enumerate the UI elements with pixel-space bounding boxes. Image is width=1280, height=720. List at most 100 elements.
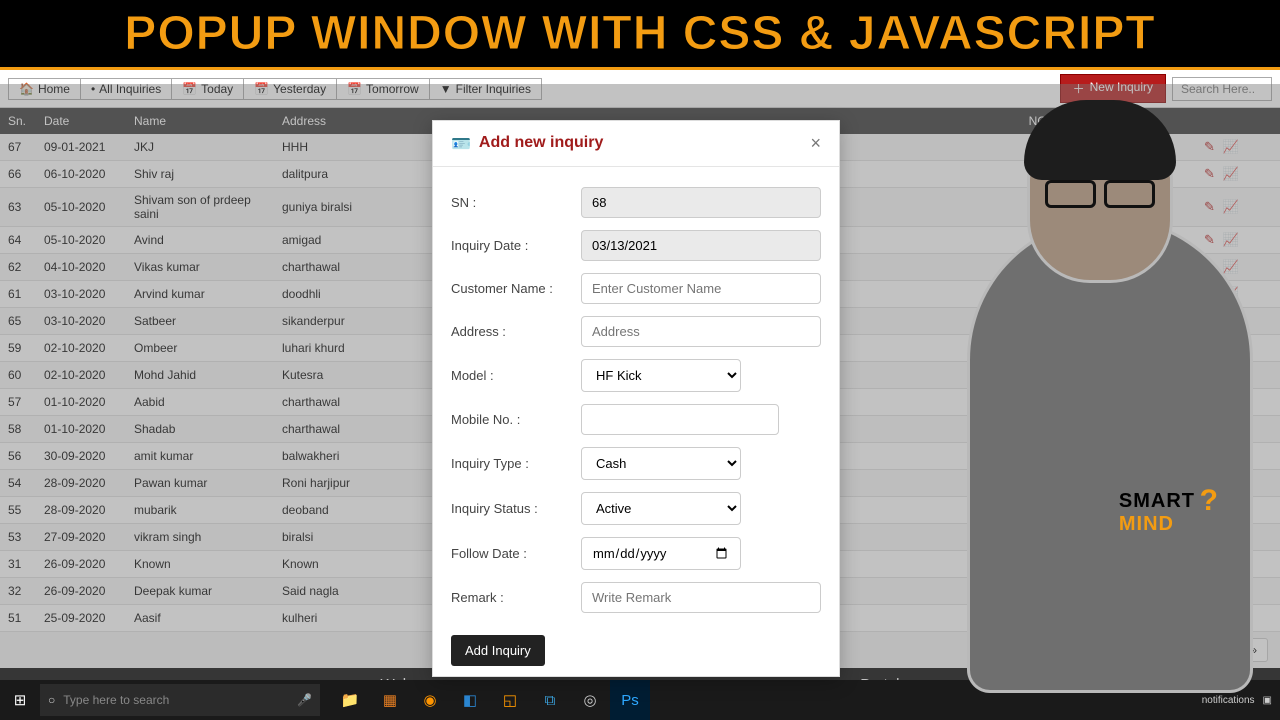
chart-icon[interactable]: 📈 (1223, 529, 1239, 544)
mobile-field[interactable] (581, 404, 779, 435)
firefox-icon[interactable]: ◉ (410, 680, 450, 720)
cell-last-call: 06-10-2020 (1072, 227, 1192, 254)
cell-sn: 54 (0, 470, 36, 497)
edit-icon[interactable]: ✎ (1204, 286, 1215, 301)
cell-noc: 0 (1012, 416, 1072, 443)
file-explorer-icon[interactable]: 📁 (330, 680, 370, 720)
edit-icon[interactable]: ✎ (1204, 556, 1215, 571)
chart-icon[interactable]: 📈 (1223, 502, 1239, 517)
edit-icon[interactable]: ✎ (1204, 232, 1215, 247)
inquiry-type-select[interactable]: Cash (581, 447, 741, 480)
chart-icon[interactable]: 📈 (1223, 394, 1239, 409)
edit-icon[interactable]: ✎ (1204, 448, 1215, 463)
chart-icon[interactable]: 📈 (1223, 556, 1239, 571)
list-icon: • (91, 82, 95, 96)
cell-name: Known (126, 551, 274, 578)
edit-icon[interactable]: ✎ (1204, 166, 1215, 181)
cell-actions: ✎📈 (1192, 227, 1280, 254)
notifications-label[interactable]: notifications (1202, 695, 1255, 706)
taskbar-search[interactable]: ○ Type here to search 🎤 (40, 684, 320, 716)
add-inquiry-modal: 🪪 Add new inquiry × SN : Inquiry Date : … (432, 120, 840, 677)
title-banner: POPUP WINDOW WITH CSS & JAVASCRIPT (0, 0, 1280, 70)
chart-icon[interactable]: 📈 (1223, 421, 1239, 436)
cell-noc (1012, 578, 1072, 605)
chart-icon[interactable]: 📈 (1223, 367, 1239, 382)
customer-name-field[interactable] (581, 273, 821, 304)
inquiry-status-select[interactable]: Active (581, 492, 741, 525)
chart-icon[interactable]: 📈 (1223, 259, 1239, 274)
chart-icon[interactable]: 📈 (1223, 475, 1239, 490)
cell-last-call (1072, 470, 1192, 497)
filter-button[interactable]: ▼Filter Inquiries (429, 78, 542, 100)
sn-field (581, 187, 821, 218)
photoshop-icon[interactable]: Ps (610, 680, 650, 720)
add-inquiry-submit-button[interactable]: Add Inquiry (451, 635, 545, 666)
chart-icon[interactable]: 📈 (1223, 232, 1239, 247)
app-icon-2[interactable]: ◧ (450, 680, 490, 720)
chart-icon[interactable]: 📈 (1223, 448, 1239, 463)
next-page-button[interactable]: xt » (1227, 638, 1268, 662)
cell-date: 02-10-2020 (36, 335, 126, 362)
remark-field[interactable] (581, 582, 821, 613)
cell-noc (1012, 524, 1072, 551)
edit-icon[interactable]: ✎ (1204, 313, 1215, 328)
new-inquiry-button[interactable]: ＋New Inquiry (1060, 74, 1166, 103)
edit-icon[interactable]: ✎ (1204, 199, 1215, 214)
chart-icon[interactable]: 📈 (1223, 583, 1239, 598)
edit-icon[interactable]: ✎ (1204, 475, 1215, 490)
address-field[interactable] (581, 316, 821, 347)
col-actions (1192, 108, 1280, 134)
vscode-icon[interactable]: ⧉ (530, 680, 570, 720)
tomorrow-button[interactable]: 📅Tomorrow (336, 78, 430, 100)
close-icon[interactable]: × (810, 133, 821, 154)
edit-icon[interactable]: ✎ (1204, 340, 1215, 355)
cell-name: Arvind kumar (126, 281, 274, 308)
home-button[interactable]: 🏠Home (8, 78, 81, 100)
edit-icon[interactable]: ✎ (1204, 367, 1215, 382)
chart-icon[interactable]: 📈 (1223, 610, 1239, 625)
cell-date: 30-09-2020 (36, 443, 126, 470)
edit-icon[interactable]: ✎ (1204, 583, 1215, 598)
cell-noc: 1 (1012, 188, 1072, 227)
cell-last-call: 0000-00-00 (1072, 335, 1192, 362)
chart-icon[interactable]: 📈 (1223, 313, 1239, 328)
chart-icon[interactable]: 📈 (1223, 199, 1239, 214)
mic-icon[interactable]: 🎤 (297, 693, 312, 707)
edit-icon[interactable]: ✎ (1204, 421, 1215, 436)
edit-icon[interactable]: ✎ (1204, 610, 1215, 625)
today-button[interactable]: 📅Today (171, 78, 244, 100)
cell-last-call (1072, 551, 1192, 578)
edit-icon[interactable]: ✎ (1204, 394, 1215, 409)
tray-icon[interactable]: ▣ (1263, 695, 1272, 706)
sublime-icon[interactable]: ◱ (490, 680, 530, 720)
all-inquiries-button[interactable]: •All Inquiries (80, 78, 172, 100)
start-button[interactable]: ⊞ (0, 691, 40, 709)
chart-icon[interactable]: 📈 (1223, 340, 1239, 355)
cell-noc: 0 (1012, 134, 1072, 161)
cell-last-call: 0000-00-00 (1072, 416, 1192, 443)
cell-sn: 58 (0, 416, 36, 443)
chart-icon[interactable]: 📈 (1223, 286, 1239, 301)
edit-icon[interactable]: ✎ (1204, 139, 1215, 154)
cell-last-call (1072, 578, 1192, 605)
col-date: Date (36, 108, 126, 134)
cell-date: 05-10-2020 (36, 227, 126, 254)
edit-icon[interactable]: ✎ (1204, 502, 1215, 517)
chart-icon[interactable]: 📈 (1223, 139, 1239, 154)
app-icon[interactable]: ▦ (370, 680, 410, 720)
yesterday-button[interactable]: 📅Yesterday (243, 78, 337, 100)
chart-icon[interactable]: 📈 (1223, 166, 1239, 181)
chrome-icon[interactable]: ◎ (570, 680, 610, 720)
follow-date-field[interactable] (581, 537, 741, 570)
cell-noc: 1 (1012, 254, 1072, 281)
inquiry-date-field[interactable] (581, 230, 821, 261)
cell-name: Aabid (126, 389, 274, 416)
cell-noc: 2 (1012, 308, 1072, 335)
model-select[interactable]: HF Kick (581, 359, 741, 392)
cell-sn: 51 (0, 605, 36, 632)
search-input[interactable] (1172, 77, 1272, 101)
cell-actions: ✎📈 (1192, 497, 1280, 524)
edit-icon[interactable]: ✎ (1204, 259, 1215, 274)
edit-icon[interactable]: ✎ (1204, 529, 1215, 544)
cell-noc: 0 (1012, 389, 1072, 416)
